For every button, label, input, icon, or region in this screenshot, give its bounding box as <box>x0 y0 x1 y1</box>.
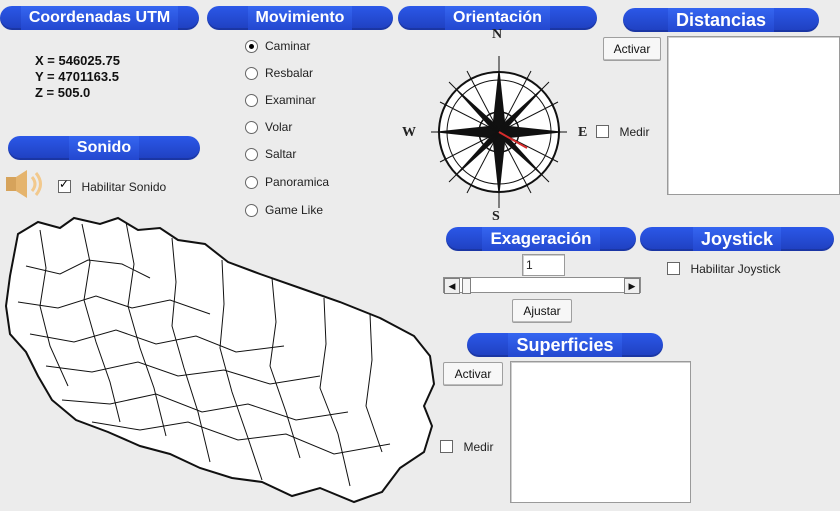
movimiento-option-4[interactable]: Saltar <box>245 147 297 162</box>
movimiento-option-2[interactable]: Examinar <box>245 93 316 108</box>
exageracion-input[interactable]: 1 <box>522 254 565 276</box>
radio-label-panoramica: Panoramica <box>265 175 330 189</box>
compass-west: W <box>402 125 416 140</box>
movimiento-option-1[interactable]: Resbalar <box>245 66 314 81</box>
radio-label-examinar: Examinar <box>265 93 316 107</box>
superficies-activar-button[interactable]: Activar <box>443 362 503 386</box>
superficies-measure-toggle[interactable]: Medir <box>440 438 493 456</box>
superficies-title: Superficies <box>508 333 622 357</box>
coordinates-readout: X = 546025.75 Y = 4701163.5 Z = 505.0 <box>35 53 120 101</box>
exageracion-ajustar-button[interactable]: Ajustar <box>512 299 572 323</box>
sound-toggle[interactable]: Habilitar Sonido <box>58 177 167 196</box>
region-map[interactable] <box>0 216 438 506</box>
orientacion-measure-label: Medir <box>619 125 650 139</box>
movimiento-option-0[interactable]: Caminar <box>245 39 311 54</box>
distancias-header: Distancias <box>623 8 819 32</box>
coordenadas-header: Coordenadas UTM <box>0 6 199 30</box>
radio-label-resbalar: Resbalar <box>265 66 314 80</box>
coordinate-y: Y = 4701163.5 <box>35 69 119 84</box>
distancias-output-box <box>667 36 840 195</box>
slider-left-arrow[interactable]: ◀ <box>444 278 460 294</box>
joystick-toggle[interactable]: Habilitar Joystick <box>667 260 780 278</box>
sonido-title: Sonido <box>68 136 140 160</box>
superficies-measure-checkbox[interactable] <box>440 440 453 454</box>
compass-south: S <box>492 209 500 224</box>
sonido-header: Sonido <box>8 136 200 160</box>
compass-east: E <box>578 125 588 140</box>
radio-label-game-like: Game Like <box>265 203 324 217</box>
sound-checkbox-label: Habilitar Sonido <box>81 180 167 194</box>
superficies-output-box <box>510 361 691 503</box>
radio-volar[interactable] <box>245 121 258 135</box>
coordenadas-title: Coordenadas UTM <box>20 6 179 30</box>
superficies-measure-label: Medir <box>463 440 494 454</box>
superficies-header: Superficies <box>467 333 663 357</box>
joystick-label: Habilitar Joystick <box>690 262 781 276</box>
movimiento-title: Movimiento <box>247 6 353 30</box>
radio-label-saltar: Saltar <box>265 147 297 161</box>
exageracion-title: Exageración <box>482 227 600 251</box>
compass-icon <box>405 30 593 220</box>
radio-panoramica[interactable] <box>245 176 258 190</box>
exageracion-header: Exageración <box>446 227 636 251</box>
coordinate-z: Z = 505.0 <box>35 85 91 100</box>
speaker-icon <box>4 165 48 207</box>
joystick-title: Joystick <box>692 227 782 251</box>
radio-examinar[interactable] <box>245 94 258 108</box>
radio-resbalar[interactable] <box>245 67 258 81</box>
sound-checkbox[interactable] <box>58 177 71 194</box>
radio-label-volar: Volar <box>265 120 293 134</box>
movimiento-header: Movimiento <box>207 6 393 30</box>
compass-north: N <box>492 27 503 42</box>
distancias-activar-button[interactable]: Activar <box>603 37 661 61</box>
slider-thumb[interactable] <box>462 278 471 294</box>
orientacion-measure-toggle[interactable]: Medir <box>596 123 649 141</box>
movimiento-option-3[interactable]: Volar <box>245 120 293 135</box>
coordinate-x: X = 546025.75 <box>35 53 120 68</box>
orientacion-measure-checkbox[interactable] <box>596 125 609 139</box>
radio-saltar[interactable] <box>245 148 258 162</box>
joystick-checkbox[interactable] <box>667 262 680 276</box>
slider-right-arrow[interactable]: ▶ <box>624 278 640 294</box>
radio-caminar[interactable] <box>245 40 258 54</box>
joystick-header: Joystick <box>640 227 834 251</box>
radio-label-caminar: Caminar <box>265 39 311 53</box>
distancias-title: Distancias <box>667 8 775 32</box>
exageracion-slider[interactable]: ◀ ▶ <box>443 277 641 294</box>
movimiento-option-5[interactable]: Panoramica <box>245 175 330 190</box>
